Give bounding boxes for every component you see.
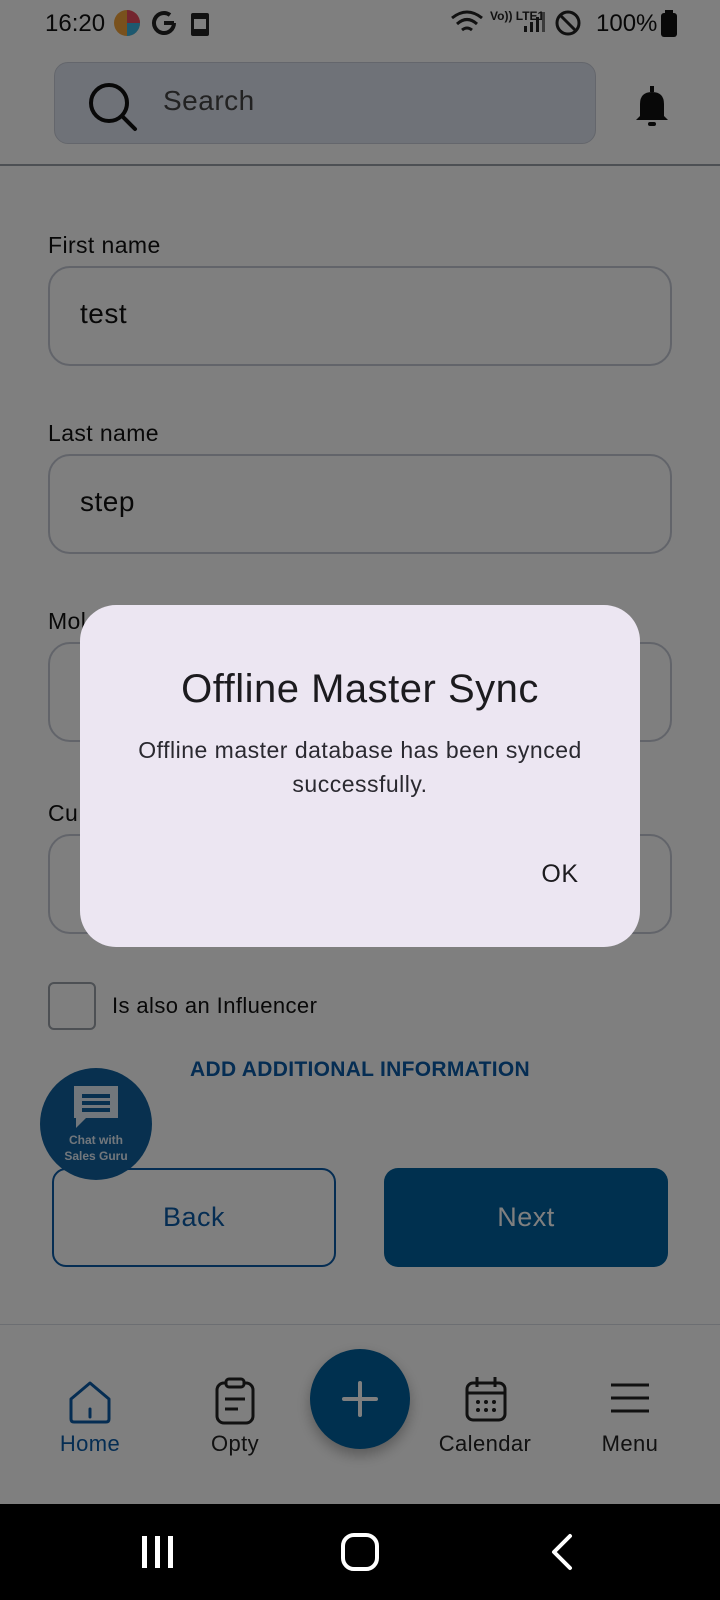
dialog-message: Offline master database has been synced … [138, 737, 582, 797]
recent-apps-icon[interactable] [140, 1534, 176, 1570]
dialog-title: Offline Master Sync [181, 667, 539, 711]
ok-button[interactable]: OK [520, 849, 600, 899]
offline-sync-dialog: Offline Master Sync Offline master datab… [80, 605, 640, 947]
home-button-icon[interactable] [340, 1532, 380, 1572]
system-nav-bar [0, 1504, 720, 1600]
back-arrow-icon[interactable] [550, 1532, 574, 1572]
